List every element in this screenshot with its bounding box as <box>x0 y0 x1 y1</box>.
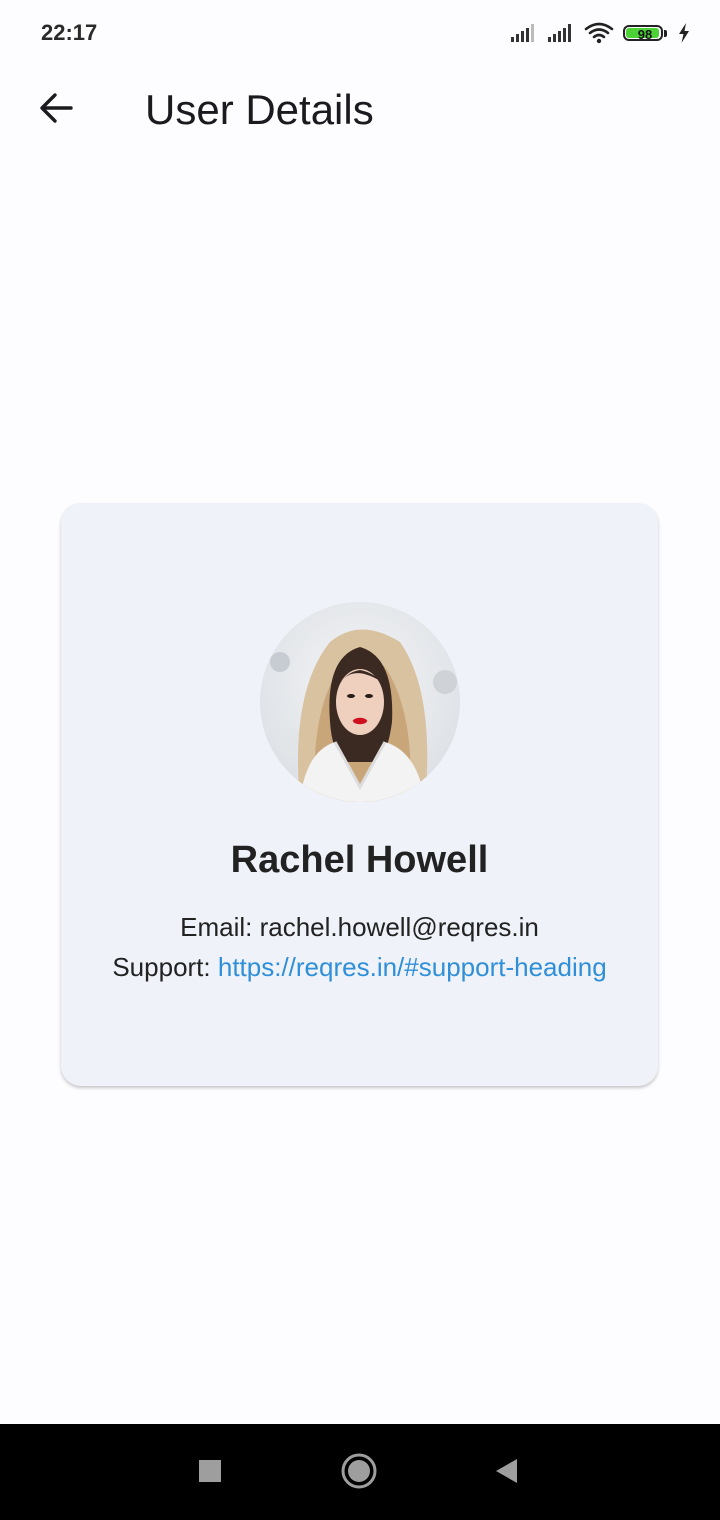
support-line: Support: https://reqres.in/#support-head… <box>61 952 658 983</box>
battery-icon: 98 <box>623 23 669 43</box>
battery-level: 98 <box>637 27 653 41</box>
wifi-icon <box>584 22 614 44</box>
email-value: rachel.howell@reqres.in <box>259 912 539 942</box>
app-bar: User Details <box>0 70 720 150</box>
back-button[interactable] <box>28 82 84 138</box>
email-line: Email: rachel.howell@reqres.in <box>61 912 658 943</box>
recents-button[interactable] <box>185 1448 235 1498</box>
home-button[interactable] <box>334 1448 384 1498</box>
square-icon <box>198 1459 222 1488</box>
email-label: Email: <box>180 912 260 942</box>
user-name: Rachel Howell <box>230 839 489 881</box>
page-title: User Details <box>145 86 374 133</box>
system-nav-bar <box>0 1424 720 1520</box>
triangle-back-icon <box>493 1457 519 1490</box>
circle-icon <box>340 1452 378 1495</box>
status-time: 22:17 <box>41 20 98 45</box>
user-card: Rachel Howell Email: rachel.howell@reqre… <box>61 503 658 1086</box>
signal-icon <box>547 23 575 43</box>
arrow-back-icon <box>38 90 74 131</box>
support-link[interactable]: https://reqres.in/#support-heading <box>218 952 607 982</box>
status-icons: 98 <box>510 22 690 44</box>
nav-back-button[interactable] <box>481 1448 531 1498</box>
avatar <box>260 602 460 802</box>
charging-icon <box>678 23 690 43</box>
signal-icon <box>510 23 538 43</box>
support-label: Support: <box>112 952 218 982</box>
user-avatar-photo <box>260 602 460 802</box>
status-bar: 22:17 98 <box>0 0 720 70</box>
